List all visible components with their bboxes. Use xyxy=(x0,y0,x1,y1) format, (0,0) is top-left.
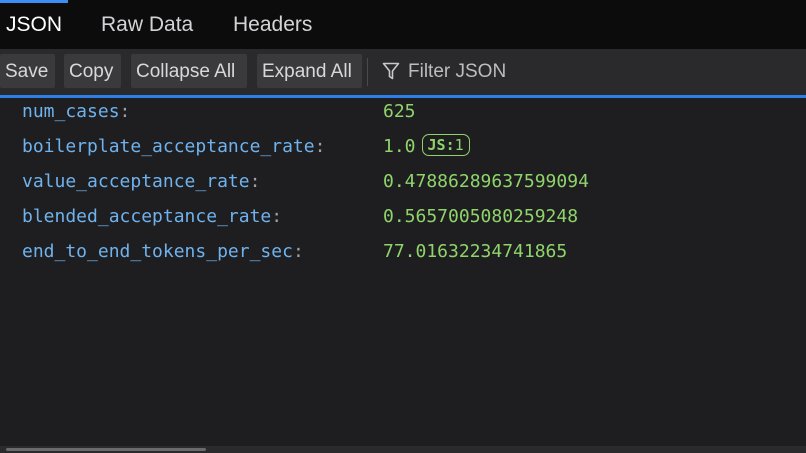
json-row: value_acceptance_rate: 0.478862896375990… xyxy=(0,167,806,197)
expand-all-button[interactable]: Expand All xyxy=(257,54,362,88)
toolbar-divider xyxy=(367,58,368,86)
tab-bar: JSON Raw Data Headers xyxy=(0,0,806,50)
collapse-all-button[interactable]: Collapse All xyxy=(131,54,247,88)
tab-headers[interactable]: Headers xyxy=(233,0,312,49)
json-value[interactable]: 625 xyxy=(383,97,416,127)
json-value[interactable]: 77.01632234741865 xyxy=(383,237,567,267)
tab-json[interactable]: JSON xyxy=(0,0,69,49)
json-row: num_cases: 625 xyxy=(0,97,806,127)
json-tree: num_cases: 625 boilerplate_acceptance_ra… xyxy=(0,98,806,446)
filter-funnel-icon xyxy=(382,62,400,80)
json-key: value_acceptance_rate: xyxy=(22,171,261,192)
json-key: blended_acceptance_rate: xyxy=(22,206,283,227)
scrollbar-thumb[interactable] xyxy=(6,448,206,451)
horizontal-scrollbar[interactable] xyxy=(0,446,806,453)
copy-button[interactable]: Copy xyxy=(64,54,121,88)
save-button[interactable]: Save xyxy=(0,54,55,88)
json-value[interactable]: 0.47886289637599094 xyxy=(383,167,589,197)
json-row: blended_acceptance_rate: 0.5657005080259… xyxy=(0,202,806,232)
json-row: boilerplate_acceptance_rate: 1.0 JS:1 xyxy=(0,132,806,162)
json-value[interactable]: 0.5657005080259248 xyxy=(383,202,578,232)
json-viewer: JSON Raw Data Headers Save Copy Collapse… xyxy=(0,0,806,453)
toolbar: Save Copy Collapse All Expand All xyxy=(0,50,806,98)
json-value[interactable]: 1.0 JS:1 xyxy=(383,132,470,162)
filter-json-input[interactable] xyxy=(406,54,790,90)
json-key: end_to_end_tokens_per_sec: xyxy=(22,241,304,262)
js-number-badge: JS:1 xyxy=(421,134,470,156)
filter-box[interactable] xyxy=(370,54,806,90)
json-key: boilerplate_acceptance_rate: xyxy=(22,136,326,157)
json-row: end_to_end_tokens_per_sec: 77.0163223474… xyxy=(0,237,806,267)
tab-raw-data[interactable]: Raw Data xyxy=(101,0,193,49)
json-key: num_cases: xyxy=(22,101,131,122)
